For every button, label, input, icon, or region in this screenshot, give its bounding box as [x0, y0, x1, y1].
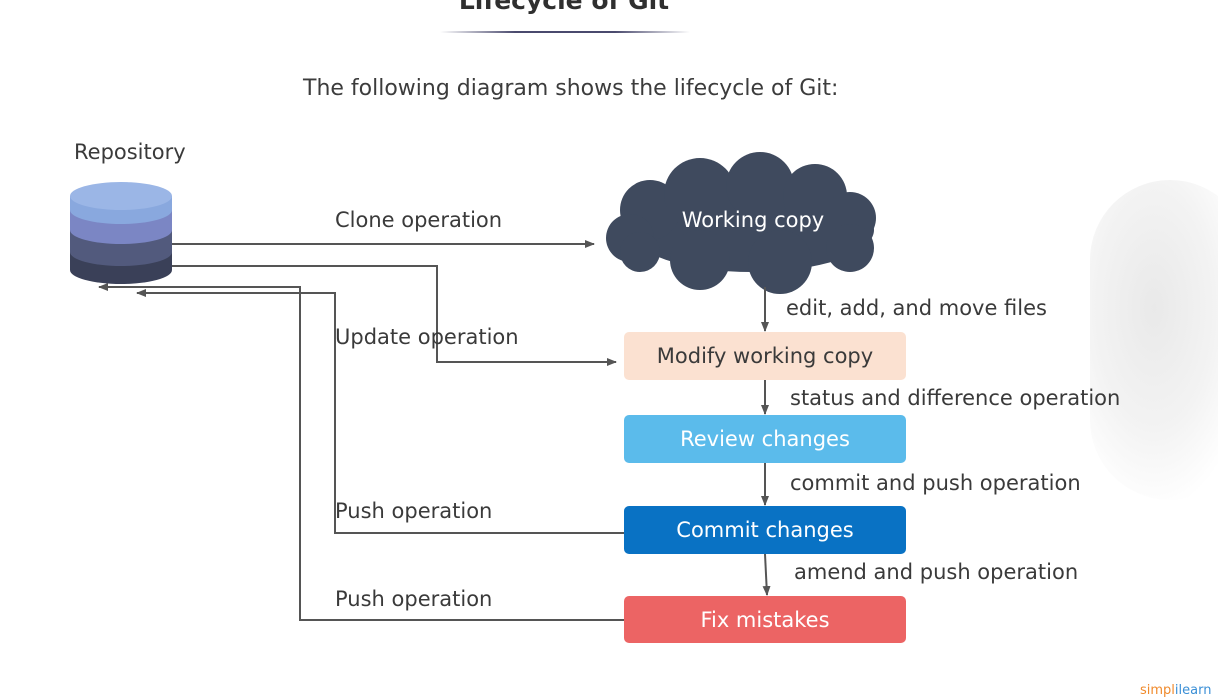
fix-mistakes-label: Fix mistakes — [700, 607, 830, 632]
commit-changes-box: Commit changes — [624, 506, 906, 554]
commit-push-label: commit and push operation — [790, 471, 1081, 495]
review-changes-label: Review changes — [680, 427, 850, 451]
commit-changes-label: Commit changes — [676, 518, 854, 542]
database-icon — [70, 182, 172, 284]
push-operation-label-commit: Push operation — [335, 499, 493, 523]
amend-arrow — [762, 553, 771, 596]
update-operation-label: Update operation — [335, 325, 519, 349]
brand-logo-right: ilearn — [1174, 683, 1212, 698]
amend-push-label: amend and push operation — [794, 560, 1079, 584]
working-copy-label: Working copy — [681, 208, 825, 232]
brand-logo: simplilearn — [1140, 683, 1211, 698]
modify-working-copy-label: Modify working copy — [656, 344, 874, 368]
diagram-canvas — [70, 152, 876, 621]
edit-add-move-label: edit, add, and move files — [786, 296, 1047, 320]
status-difference-label: status and difference operation — [790, 386, 1121, 410]
push-operation-label-fix: Push operation — [335, 587, 493, 611]
modify-working-copy-box: Modify working copy — [624, 332, 906, 380]
clone-operation-label: Clone operation — [335, 208, 503, 232]
review-changes-box: Review changes — [624, 415, 906, 463]
brand-logo-left: simpl — [1140, 683, 1175, 698]
fix-mistakes-box: Fix mistakes — [624, 596, 906, 643]
